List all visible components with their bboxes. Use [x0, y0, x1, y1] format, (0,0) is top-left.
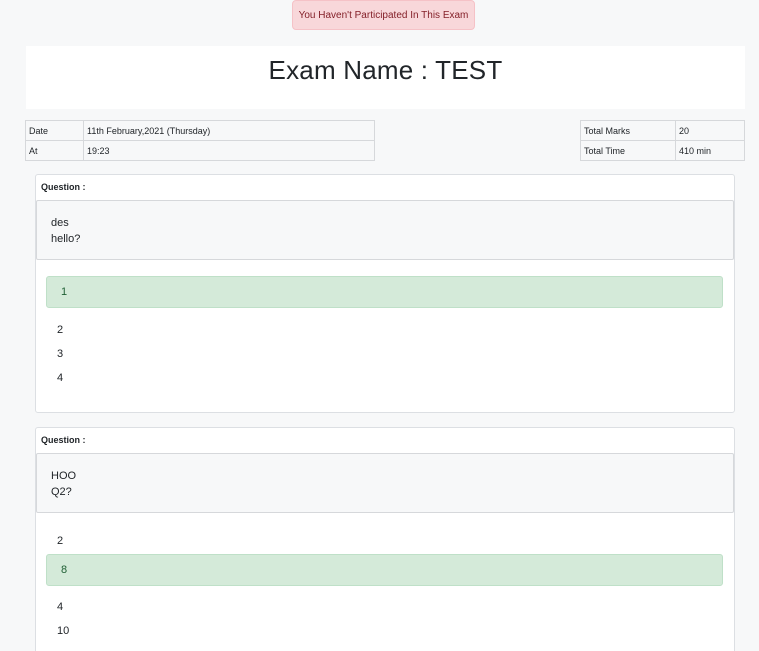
question-label: Question :: [41, 182, 86, 192]
exam-title: Exam Name : TEST: [268, 55, 503, 85]
total-marks-label: Total Marks: [580, 120, 676, 141]
question-card: Question : des hello? 1 2 3 4: [35, 174, 735, 413]
table-row: At 19:23: [25, 140, 375, 161]
not-participated-alert: You Haven't Participated In This Exam: [292, 0, 475, 30]
total-time-value: 410 min: [675, 140, 745, 161]
question-text-line: HOO: [51, 470, 77, 482]
total-marks-value: 20: [675, 120, 745, 141]
exam-title-card: Exam Name : TEST: [26, 46, 745, 109]
exam-schedule-table: Date 11th February,2021 (Thursday) At 19…: [25, 120, 375, 161]
question-card: Question : HOO Q2? 2 8 4 10: [35, 427, 735, 651]
option: 4: [57, 372, 64, 384]
option-correct: 1: [46, 276, 723, 308]
question-text-line: Q2?: [51, 486, 72, 498]
question-text: des hello?: [36, 200, 734, 260]
exam-summary-table: Total Marks 20 Total Time 410 min: [580, 120, 745, 161]
table-row: Date 11th February,2021 (Thursday): [25, 120, 375, 141]
option: 3: [57, 348, 64, 360]
time-label: At: [25, 140, 84, 161]
question-text: HOO Q2?: [36, 453, 734, 513]
question-label: Question :: [41, 435, 86, 445]
date-value: 11th February,2021 (Thursday): [83, 120, 375, 141]
time-value: 19:23: [83, 140, 375, 161]
question-text-line: hello?: [51, 233, 81, 245]
question-text-line: des: [51, 217, 69, 229]
table-row: Total Marks 20: [580, 120, 745, 141]
date-label: Date: [25, 120, 84, 141]
option: 2: [57, 324, 64, 336]
option: 2: [57, 535, 64, 547]
total-time-label: Total Time: [580, 140, 676, 161]
option: 4: [57, 601, 64, 613]
table-row: Total Time 410 min: [580, 140, 745, 161]
option-correct: 8: [46, 554, 723, 586]
alert-text: You Haven't Participated In This Exam: [298, 9, 469, 21]
option: 10: [57, 625, 70, 637]
exam-result-page: You Haven't Participated In This Exam Ex…: [0, 0, 759, 651]
